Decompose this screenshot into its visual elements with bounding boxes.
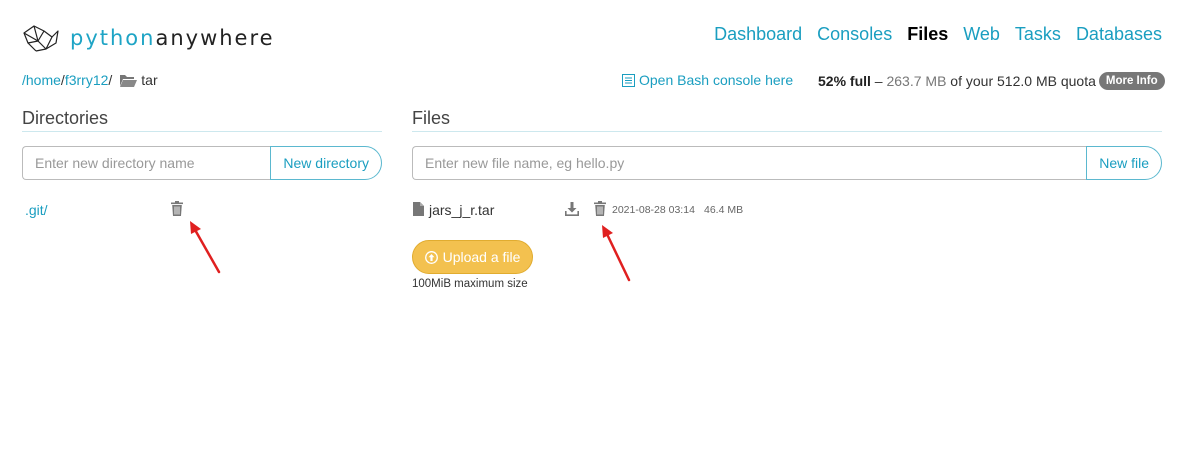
- terminal-icon: [622, 73, 635, 87]
- open-bash-console-label: Open Bash console here: [639, 72, 794, 88]
- quota-total: 512.0 MB quota: [997, 73, 1096, 89]
- annotation-arrow: [190, 221, 221, 274]
- file-icon: [413, 202, 424, 216]
- directories-title: Directories: [22, 108, 109, 128]
- logo[interactable]: pythonanywhere: [22, 23, 275, 53]
- new-file-group: Enter new file name, eg hello.py New fil…: [412, 146, 1162, 180]
- top-nav: Dashboard Consoles Files Web Tasks Datab…: [714, 24, 1162, 45]
- upload-size-note: 100MiB maximum size: [412, 278, 528, 290]
- open-bash-console-link[interactable]: Open Bash console here: [622, 72, 793, 88]
- upload-file-label: Upload a file: [442, 249, 521, 265]
- folder-open-icon: [120, 74, 138, 87]
- directories-divider: [22, 131, 382, 132]
- nav-dashboard[interactable]: Dashboard: [714, 24, 802, 45]
- upload-circle-icon: [424, 250, 438, 264]
- quota-dash: –: [870, 73, 887, 89]
- new-file-input[interactable]: Enter new file name, eg hello.py: [412, 146, 1087, 180]
- file-modified-date: 2021-08-28 03:14: [612, 204, 695, 216]
- trash-icon[interactable]: [171, 201, 183, 216]
- file-item-name[interactable]: jars_j_r.tar: [429, 202, 494, 218]
- breadcrumb: /home / f3rry12 / tar: [22, 72, 158, 88]
- directory-item-git[interactable]: .git/: [25, 202, 48, 218]
- trash-icon[interactable]: [594, 201, 606, 216]
- more-info-button[interactable]: More Info: [1098, 72, 1165, 90]
- breadcrumb-home[interactable]: /home: [22, 72, 61, 88]
- nav-tasks[interactable]: Tasks: [1015, 24, 1061, 45]
- nav-files[interactable]: Files: [907, 24, 948, 45]
- nav-web[interactable]: Web: [963, 24, 1000, 45]
- new-directory-button[interactable]: New directory: [270, 146, 382, 180]
- quota-used: 263.7 MB: [886, 73, 947, 89]
- quota-percent: 52% full: [818, 73, 871, 89]
- files-title: Files: [412, 108, 451, 128]
- download-icon[interactable]: [565, 202, 579, 216]
- new-file-button[interactable]: New file: [1086, 146, 1162, 180]
- quota-of-your: of your: [946, 73, 998, 89]
- breadcrumb-current: tar: [141, 72, 158, 88]
- new-directory-group: Enter new directory name New directory: [22, 146, 382, 180]
- breadcrumb-separator: /: [108, 72, 113, 88]
- nav-databases[interactable]: Databases: [1076, 24, 1162, 45]
- pythonanywhere-logo-icon: [23, 25, 59, 52]
- nav-consoles[interactable]: Consoles: [817, 24, 892, 45]
- new-directory-input[interactable]: Enter new directory name: [22, 146, 271, 180]
- files-divider: [412, 131, 1162, 132]
- logo-text: pythonanywhere: [70, 26, 275, 50]
- disk-quota: 52% full – 263.7 MB of your 512.0 MB quo…: [818, 72, 1165, 90]
- annotation-arrow: [602, 225, 631, 282]
- breadcrumb-user[interactable]: f3rry12: [65, 72, 109, 88]
- upload-file-button[interactable]: Upload a file: [412, 240, 533, 274]
- file-size: 46.4 MB: [704, 204, 744, 216]
